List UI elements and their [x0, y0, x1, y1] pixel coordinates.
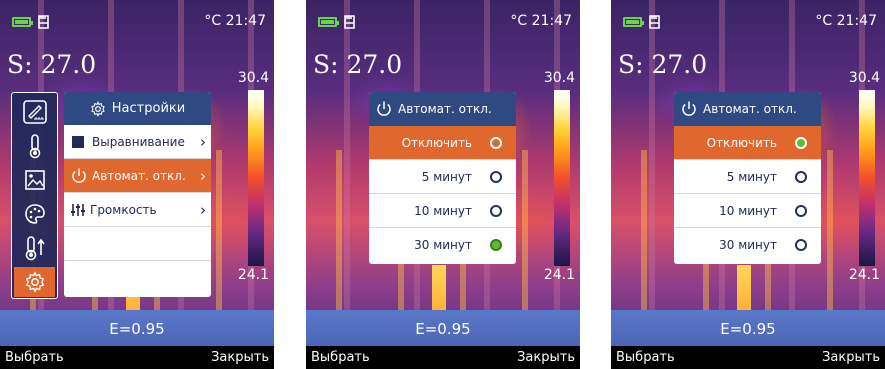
- emissivity-value: E=0.95: [109, 320, 165, 338]
- battery-icon: [12, 17, 33, 27]
- radio-button[interactable]: [490, 137, 502, 149]
- emissivity-value: E=0.95: [720, 320, 776, 338]
- status-bar: °C 21:47: [0, 0, 274, 40]
- thermal-screen-auto-off-30min: °C 21:47 S: 27.0 30.4 24.1 Автомат. откл…: [306, 0, 580, 369]
- menu-item-label: Громкость: [90, 202, 157, 217]
- status-bar: °C 21:47: [306, 0, 580, 40]
- gear-icon: [25, 271, 44, 293]
- sliders-icon: [71, 203, 85, 216]
- spot-temperature: S: 27.0: [7, 50, 97, 79]
- toolbar-alarm-button[interactable]: [14, 233, 55, 263]
- scale-min: 24.1: [543, 267, 575, 283]
- softkey-select[interactable]: Выбрать: [616, 350, 675, 365]
- menu-item-volume[interactable]: Громкость ›: [64, 193, 211, 227]
- option-10-min[interactable]: 10 минут: [369, 194, 516, 228]
- sd-card-icon: [649, 15, 660, 29]
- auto-off-dialog: Автомат. откл. Отключить 5 минут 10 мину…: [674, 92, 821, 264]
- auto-off-dialog: Автомат. откл. Отключить 5 минут 10 мину…: [369, 92, 516, 264]
- radio-button[interactable]: [795, 205, 807, 217]
- menu-empty-row: [64, 227, 211, 261]
- option-5-min[interactable]: 5 минут: [674, 160, 821, 194]
- option-label: 5 минут: [726, 169, 777, 184]
- auto-off-dialog-title: Автомат. откл.: [369, 92, 516, 126]
- radio-button-selected[interactable]: [795, 137, 807, 149]
- option-30-min[interactable]: 30 минут: [369, 228, 516, 262]
- status-time: °C 21:47: [815, 13, 877, 29]
- option-disable[interactable]: Отключить: [674, 126, 821, 160]
- option-5-min[interactable]: 5 минут: [369, 160, 516, 194]
- thermometer-icon: [29, 134, 40, 159]
- option-label: 10 минут: [719, 203, 777, 218]
- softkey-close[interactable]: Закрыть: [822, 350, 880, 365]
- softkey-close[interactable]: Закрыть: [211, 350, 269, 365]
- option-label: Отключить: [401, 135, 472, 150]
- auto-off-dialog-title-text: Автомат. откл.: [398, 102, 492, 116]
- power-icon: [682, 101, 696, 116]
- power-icon: [377, 101, 391, 116]
- radio-button[interactable]: [490, 205, 502, 217]
- option-label: 10 минут: [414, 203, 472, 218]
- menu-item-label: Выравнивание: [92, 134, 185, 149]
- auto-off-dialog-title-text: Автомат. откл.: [703, 102, 797, 116]
- thermal-screen-auto-off-disabled: °C 21:47 S: 27.0 30.4 24.1 Автомат. откл…: [611, 0, 885, 369]
- option-disable[interactable]: Отключить: [369, 126, 516, 160]
- sd-card-icon: [38, 15, 49, 29]
- settings-menu-title: Настройки: [64, 92, 211, 125]
- scale-min: 24.1: [848, 267, 880, 283]
- option-label: 5 минут: [421, 169, 472, 184]
- battery-icon: [318, 17, 339, 27]
- thermal-screen-settings: °C 21:47 S: 27.0 30.4 24.1 Настройки Выр…: [0, 0, 274, 369]
- temp-alarm-icon: [25, 236, 45, 261]
- gear-icon: [91, 100, 105, 117]
- scale-max: 30.4: [237, 70, 269, 86]
- scale-max: 30.4: [848, 70, 880, 86]
- color-scale-bar: [248, 90, 264, 266]
- radio-button[interactable]: [795, 239, 807, 251]
- option-label: 30 минут: [719, 238, 777, 252]
- scale-min: 24.1: [237, 267, 269, 283]
- settings-menu: Настройки Выравнивание › Автомат. откл. …: [64, 92, 211, 297]
- battery-icon: [623, 17, 644, 27]
- square-icon: [72, 135, 84, 148]
- toolbar-measure-button[interactable]: [14, 97, 55, 127]
- option-10-min[interactable]: 10 минут: [674, 194, 821, 228]
- power-icon: [72, 168, 86, 183]
- sd-card-icon: [344, 15, 355, 29]
- palette-icon: [24, 204, 45, 224]
- spot-temperature: S: 27.0: [313, 50, 403, 79]
- status-bar: °C 21:47: [611, 0, 885, 40]
- menu-item-alignment[interactable]: Выравнивание ›: [64, 125, 211, 159]
- color-scale-bar: [554, 90, 570, 266]
- settings-menu-title-text: Настройки: [111, 101, 186, 116]
- auto-off-dialog-title: Автомат. откл.: [674, 92, 821, 126]
- toolbar-thermometer-button[interactable]: [14, 131, 55, 161]
- emissivity-value: E=0.95: [415, 320, 471, 338]
- side-toolbar: [11, 92, 58, 299]
- status-time: °C 21:47: [510, 13, 572, 29]
- option-label: Отключить: [706, 135, 777, 150]
- color-scale-bar: [859, 90, 875, 266]
- toolbar-image-button[interactable]: [14, 165, 55, 195]
- softkey-close[interactable]: Закрыть: [517, 350, 575, 365]
- toolbar-settings-button[interactable]: [14, 267, 55, 297]
- option-30-min[interactable]: 30 минут: [674, 228, 821, 262]
- softkey-select[interactable]: Выбрать: [311, 350, 370, 365]
- chevron-right-icon: ›: [200, 133, 206, 151]
- radio-button[interactable]: [490, 171, 502, 183]
- image-icon: [24, 170, 45, 190]
- toolbar-palette-button[interactable]: [14, 199, 55, 229]
- spot-temperature: S: 27.0: [618, 50, 708, 79]
- softkey-select[interactable]: Выбрать: [5, 350, 64, 365]
- chevron-right-icon: ›: [200, 201, 206, 219]
- option-label: 30 минут: [414, 238, 472, 252]
- radio-button[interactable]: [795, 171, 807, 183]
- ruler-icon: [22, 100, 47, 124]
- status-time: °C 21:47: [204, 13, 266, 29]
- menu-item-auto-off[interactable]: Автомат. откл. ›: [64, 159, 211, 193]
- menu-empty-row: [64, 261, 211, 295]
- chevron-right-icon: ›: [200, 167, 206, 185]
- scale-max: 30.4: [543, 70, 575, 86]
- radio-button-selected[interactable]: [490, 239, 502, 251]
- menu-item-label: Автомат. откл.: [92, 168, 186, 183]
